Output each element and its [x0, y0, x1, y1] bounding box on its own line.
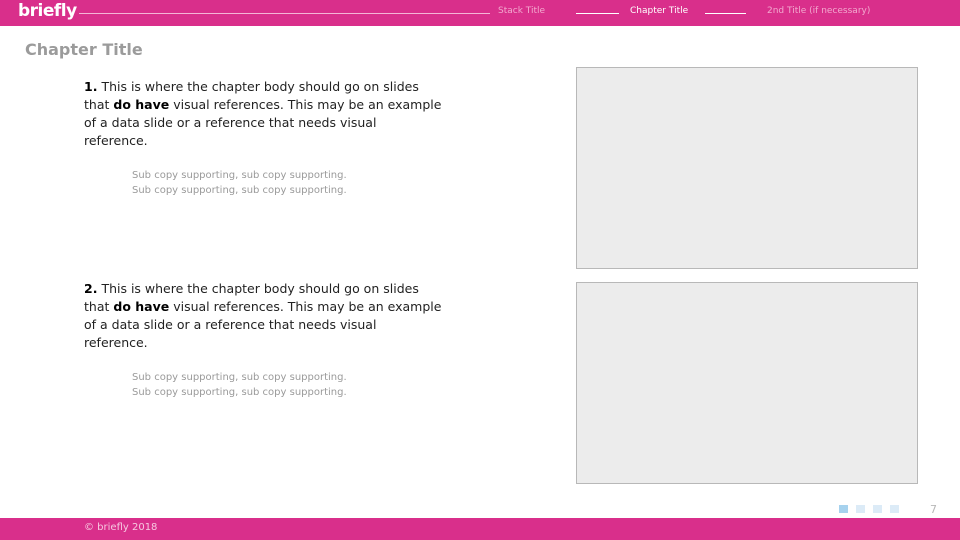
progress-dot [890, 505, 899, 513]
item-body: 2. This is where the chapter body should… [84, 280, 444, 352]
progress-dot-active [839, 505, 848, 513]
nav-item-chapter-title[interactable]: Chapter Title [630, 6, 688, 16]
progress-indicator [839, 505, 899, 513]
content-item: 2. This is where the chapter body should… [84, 280, 444, 400]
item-emphasis: do have [113, 97, 170, 112]
nav-divider-line [79, 13, 490, 14]
image-placeholder [576, 67, 918, 269]
item-emphasis: do have [113, 299, 170, 314]
item-number: 1. [84, 79, 98, 94]
nav-divider-line [576, 13, 619, 14]
page-number: 7 [930, 503, 937, 516]
item-sub-copy: Sub copy supporting, sub copy supporting… [132, 370, 444, 400]
sub-copy-line: Sub copy supporting, sub copy supporting… [132, 170, 347, 181]
bottom-bar: © briefly 2018 [0, 518, 960, 540]
sub-copy-line: Sub copy supporting, sub copy supporting… [132, 185, 347, 196]
item-sub-copy: Sub copy supporting, sub copy supporting… [132, 168, 444, 198]
sub-copy-line: Sub copy supporting, sub copy supporting… [132, 372, 347, 383]
item-number: 2. [84, 281, 98, 296]
nav-item-stack-title[interactable]: Stack Title [498, 6, 545, 16]
sub-copy-line: Sub copy supporting, sub copy supporting… [132, 387, 347, 398]
progress-dot [873, 505, 882, 513]
item-body: 1. This is where the chapter body should… [84, 78, 444, 150]
progress-dot [856, 505, 865, 513]
image-placeholder [576, 282, 918, 484]
content-item: 1. This is where the chapter body should… [84, 78, 444, 198]
brand-logo: briefly [18, 1, 77, 21]
nav-divider-line [705, 13, 746, 14]
nav-item-2nd-title[interactable]: 2nd Title (if necessary) [767, 6, 870, 16]
page-title: Chapter Title [25, 40, 143, 59]
copyright-text: © briefly 2018 [84, 522, 158, 533]
top-bar: briefly Stack Title Chapter Title 2nd Ti… [0, 0, 960, 26]
